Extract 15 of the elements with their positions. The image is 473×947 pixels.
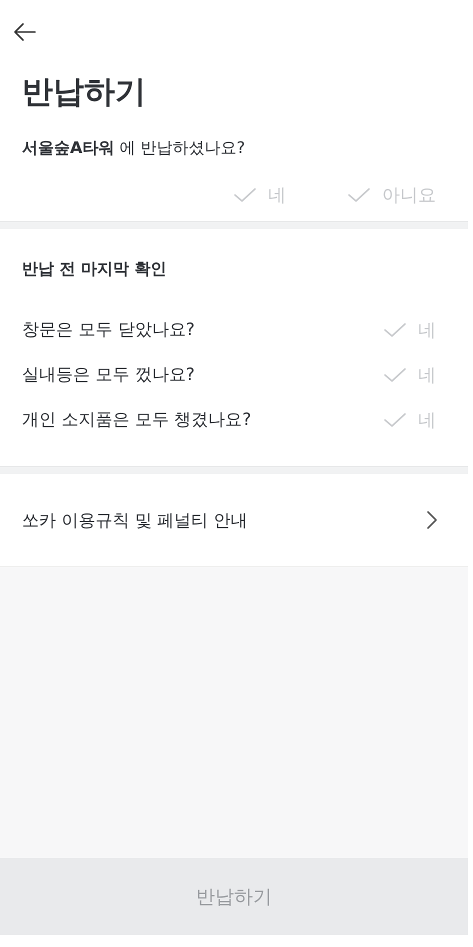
check-icon bbox=[384, 322, 406, 338]
checklist-question: 창문은 모두 닫았나요? bbox=[22, 319, 195, 341]
check-icon bbox=[234, 187, 256, 203]
checklist-question: 실내등은 모두 껐나요? bbox=[22, 364, 195, 386]
chevron-right-icon bbox=[426, 510, 438, 530]
return-question: 서울숲A타워 에 반납하셨나요? bbox=[22, 137, 246, 159]
back-button[interactable] bbox=[13, 22, 37, 42]
checklist-question: 개인 소지품은 모두 챙겼나요? bbox=[22, 409, 252, 431]
rules-link[interactable]: 쏘카 이용규칙 및 페널티 안내 bbox=[0, 474, 468, 566]
back-arrow-icon bbox=[13, 22, 37, 42]
page-title: 반납하기 bbox=[22, 73, 147, 112]
check-icon bbox=[348, 187, 370, 203]
check-icon bbox=[384, 366, 406, 382]
section-heading: 반납 전 마지막 확인 bbox=[22, 259, 168, 280]
check-icon bbox=[384, 412, 406, 428]
